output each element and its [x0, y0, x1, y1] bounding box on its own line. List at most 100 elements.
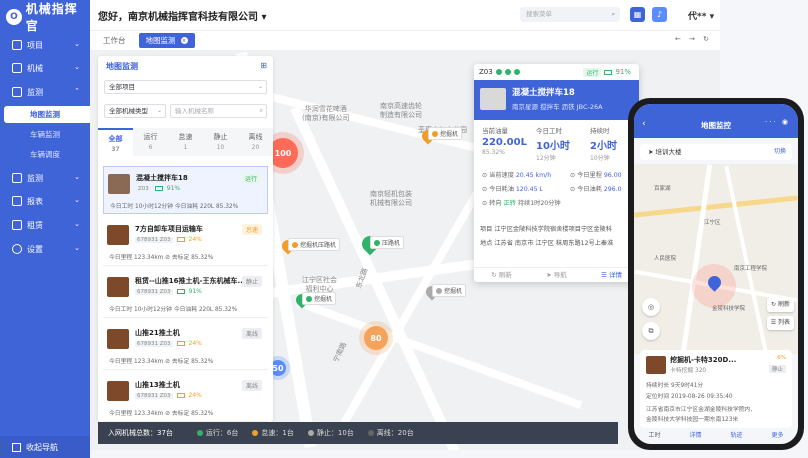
machine-code: 678931 Z03 [135, 340, 173, 347]
detail-project: 项目 江宁区金陵科技学院宿舍楼项目宁区金陵科 [480, 226, 612, 233]
menu-search-input[interactable]: 搜索菜单 ⌕ [520, 7, 620, 22]
sidebar-item-project[interactable]: 项目 ⌄ [0, 36, 90, 54]
phone-map[interactable]: 江宁区 人民医院 金陵科技学院 南京工程学院 百家湖 ◎ ⧉ ↻ 刷新 ☰ 列表 [634, 164, 798, 354]
sidebar-item-monitor-2[interactable]: 监测 ⌄ [0, 169, 90, 187]
machine-card[interactable]: 山推21推土机 离线 678931 Z03 24% 今日里程 123.34km ⊘… [103, 322, 268, 370]
tab-count: 20 [251, 144, 260, 151]
machine-card[interactable]: 租赁--山推16推土机-王东机械车... 静止 678931 Z03 91% 今日… [103, 270, 268, 318]
phone-location-bar[interactable]: ➤ 培训大楼 切换 [640, 144, 792, 160]
collapse-nav-button[interactable]: 收起导航 [0, 436, 90, 458]
map-pin-label[interactable]: 挖掘机 [432, 284, 467, 297]
refresh-button[interactable]: ↻ 刷新 [474, 268, 529, 282]
sidebar-item-label: 监测 [27, 87, 43, 97]
navigate-button[interactable]: ➤ 导航 [529, 268, 584, 282]
action-label: 导航 [553, 271, 567, 279]
sidebar-item-rental[interactable]: 租赁 ⌄ [0, 216, 90, 234]
machine-search-input[interactable]: 输入机械名称 ⌕ [170, 104, 267, 118]
sidebar-item-label: 租赁 [27, 220, 43, 230]
map-pin-label[interactable]: 挖掘机 [428, 127, 463, 140]
bell-icon[interactable]: ♪ [652, 7, 667, 22]
expand-icon[interactable]: ⊞ [260, 61, 267, 70]
sidebar-subitem-vehicle-monitor[interactable]: 车辆监测 [4, 126, 90, 143]
user-menu[interactable]: 代** ▾ [688, 9, 714, 22]
sidebar-item-machine[interactable]: 机械 ⌄ [0, 59, 90, 77]
status-tab-idle[interactable]: 怠速 1 [168, 128, 203, 156]
machine-card[interactable]: 7方自卸车项目运输车 怠速 678931 Z03 24% 今日里程 123.34k… [103, 218, 268, 266]
caret-down-icon: ▾ [261, 11, 267, 23]
pin-label: 挖掘机压路机 [300, 242, 337, 249]
battery-pct: 24% [188, 392, 202, 399]
grid-icon[interactable]: ▦ [630, 7, 645, 22]
select-value: 全部机械类型 [109, 107, 148, 115]
tab-workbench[interactable]: 工作台 [96, 33, 133, 48]
map-pin-label[interactable]: 压路机 [370, 236, 405, 249]
row-tail: 持续1时20分钟 [517, 200, 561, 207]
caret-down-icon: ▾ [709, 12, 715, 22]
kpi-label: 今日工时 [536, 127, 562, 135]
status-tab-running[interactable]: 运行 6 [133, 128, 168, 156]
more-button[interactable]: 更多 [757, 430, 798, 444]
refresh-icon: ↻ [771, 301, 778, 308]
capsule-menu-icon[interactable]: ··· ◉ [765, 118, 790, 126]
layers-icon[interactable]: ⧉ [642, 322, 660, 340]
row-label: 当前速度 [489, 172, 514, 179]
sidebar-item-report[interactable]: 报表 ⌄ [0, 192, 90, 210]
detail-rotation: ⊙ 转向 正转 持续1时20分钟 [482, 200, 561, 207]
status-tab-all[interactable]: 全部 37 [98, 128, 133, 156]
tab-controls[interactable]: ← → ↻ [675, 35, 712, 43]
app-logo[interactable]: O 机械指挥官 [6, 2, 90, 33]
project-select[interactable]: 全部项目 ⌄ [104, 80, 267, 94]
running-dot-icon [306, 295, 312, 302]
refresh-icon: ↻ [491, 271, 497, 279]
navigate-icon: ➤ [546, 271, 552, 279]
detail-mileage: ⊙ 今日里程 96.00 [570, 172, 622, 179]
detail-code: Z03 [479, 68, 493, 76]
sidebar-subitem-map-monitor[interactable]: 地图监测 [4, 106, 90, 123]
company-greeting[interactable]: 您好，南京机械指挥官科技有限公司 ▾ [98, 8, 267, 23]
tab-map-monitor[interactable]: 地图监测 × [138, 33, 195, 48]
sidebar-item-settings[interactable]: 设置 ⌄ [0, 240, 90, 258]
action-label: 刷新 [498, 271, 512, 279]
running-dot-icon [374, 239, 380, 246]
map-label: 人民医院 [654, 256, 677, 262]
switch-link[interactable]: 切换 [774, 144, 786, 160]
machine-card[interactable]: 山推13推土机 离线 678931 Z03 24% 今日里程 123.34km ⊘… [103, 374, 268, 422]
map-pin-label[interactable]: 挖掘机压路机 [288, 238, 341, 251]
map-label: 江宁区 [704, 220, 721, 226]
kpi-worktime: 今日工时 10小时 12分钟 [536, 125, 588, 162]
worktime-button[interactable]: 工时 [634, 430, 675, 444]
machine-type-select[interactable]: 全部机械类型 ⌄ [104, 104, 166, 118]
kpi-label: 当前油量 [482, 127, 508, 135]
tab-label: 怠速 [178, 133, 193, 141]
card-duration: 持续时长 9天9时41分 [646, 383, 704, 389]
phone-machine-card[interactable]: 挖掘机-卡特320D... 卡特挖掘 320 6% 静止 持续时长 9天9时41… [640, 350, 792, 428]
locate-icon[interactable]: ◎ [642, 298, 660, 316]
close-icon[interactable]: × [180, 37, 188, 44]
machine-name: 挖掘机-卡特320D... [670, 356, 737, 364]
machine-card[interactable]: 混凝土搅拌车18 运行 Z03 91% 今日工时 10小时12分钟 今日油耗 22… [103, 166, 268, 214]
collapse-label: 收起导航 [26, 442, 58, 452]
battery-pct: 24% [188, 236, 202, 243]
chevron-down-icon: ⌄ [74, 63, 80, 71]
card-address: 江苏省南京市江宁区金湖金陵科技学院内, [646, 407, 753, 413]
status-tab-static[interactable]: 静止 10 [203, 128, 238, 156]
status-tab-offline[interactable]: 离线 20 [238, 128, 273, 156]
pin-label: 挖掘机 [444, 288, 463, 295]
tab-label: 全部 [108, 135, 123, 143]
machine-meta: 678931 Z03 91% [135, 288, 202, 295]
machine-name: 山推21推土机 [135, 329, 180, 337]
map-cluster[interactable]: 80 [364, 326, 388, 350]
logo-icon: O [6, 9, 22, 25]
details-button[interactable]: 详情 [675, 430, 716, 444]
machine-stats: 今日里程 123.34km ⊘ 去标定 85.32% [109, 255, 214, 261]
map-pin-label[interactable]: 挖掘机 [302, 292, 337, 305]
track-button[interactable]: 轨迹 [716, 430, 757, 444]
sidebar-subitem-vehicle-dispatch[interactable]: 车辆调度 [4, 146, 90, 163]
detail-fuel-consumed: ⊙ 今日耗油 120.45 L [482, 186, 543, 193]
map-label: 南京工程学院 [734, 266, 768, 272]
sidebar-item-monitor[interactable]: 监测 ⌃ [0, 83, 90, 101]
stat-idle: 怠速：1台 [252, 428, 294, 438]
phone-refresh-button[interactable]: ↻ 刷新 [767, 298, 794, 312]
project-icon [12, 40, 22, 50]
phone-list-button[interactable]: ☰ 列表 [766, 316, 794, 330]
